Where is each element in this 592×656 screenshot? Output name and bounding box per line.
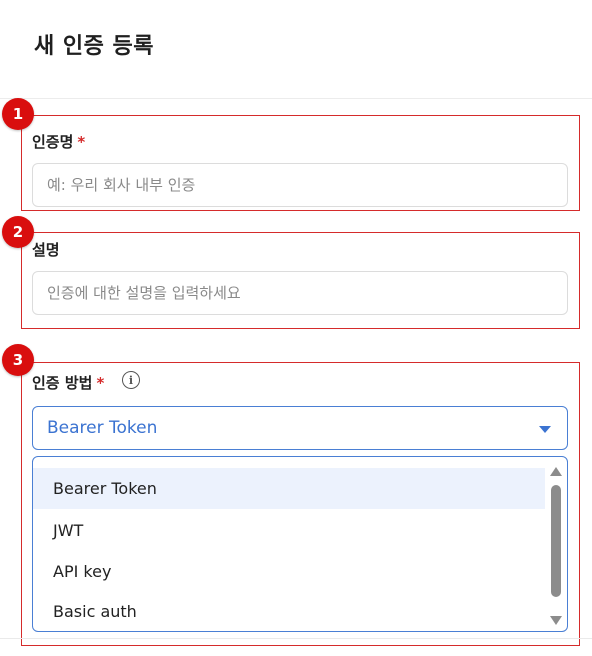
info-icon[interactable]: i (122, 371, 140, 389)
auth-method-select[interactable]: Bearer Token (32, 406, 568, 450)
auth-method-label: 인증 방법 * (32, 372, 104, 393)
name-label: 인증명 * (32, 131, 85, 152)
required-mark: * (96, 374, 105, 392)
scroll-down-arrow-icon[interactable] (550, 616, 562, 625)
step-badge-2: 2 (2, 216, 34, 248)
step-badge-3: 3 (2, 344, 34, 376)
description-input[interactable] (32, 271, 568, 315)
step-badge-1: 1 (2, 98, 34, 130)
auth-method-label-text: 인증 방법 (32, 374, 93, 392)
required-mark: * (77, 133, 86, 151)
dropdown-scrollbar[interactable] (550, 467, 562, 625)
description-label: 설명 (32, 241, 60, 259)
option-bearer-token[interactable]: Bearer Token (33, 468, 545, 509)
name-input[interactable] (32, 163, 568, 207)
bottom-divider (0, 638, 592, 639)
auth-method-selected-value: Bearer Token (47, 418, 158, 438)
scroll-up-arrow-icon[interactable] (550, 467, 562, 476)
header-divider (0, 98, 592, 99)
scrollbar-thumb[interactable] (551, 485, 561, 597)
name-label-text: 인증명 (32, 133, 74, 151)
page-title: 새 인증 등록 (34, 34, 155, 59)
option-basic-auth[interactable]: Basic auth (33, 591, 545, 631)
chevron-down-icon (539, 426, 551, 433)
option-jwt[interactable]: JWT (33, 510, 545, 551)
option-api-key[interactable]: API key (33, 551, 545, 592)
auth-method-dropdown: Bearer Token JWT API key Basic auth (32, 456, 568, 632)
